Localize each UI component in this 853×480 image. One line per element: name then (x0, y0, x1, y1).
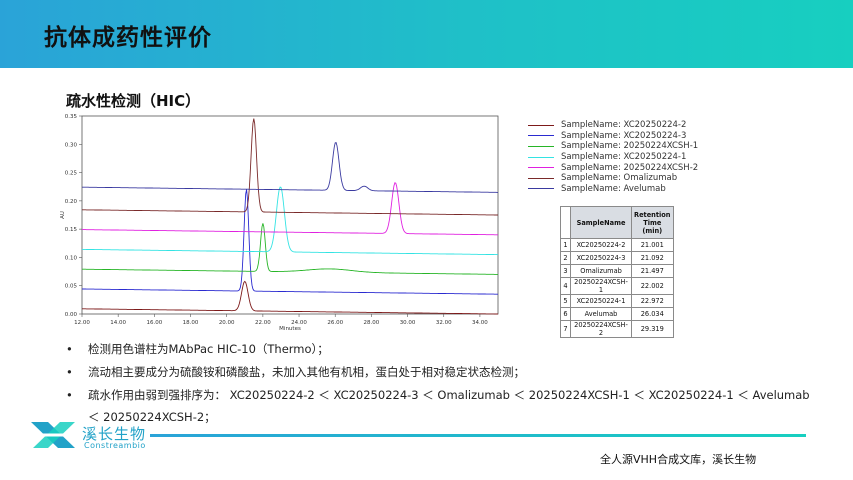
bullet-text: 流动相主要成分为硫酸铵和磷酸盐，未加入其他有机相，蛋白处于相对稳定状态检测； (88, 365, 525, 379)
table-cell-samplename: XC20250224-3 (570, 251, 632, 265)
x-tick-label: 32.00 (436, 320, 452, 326)
table-cell-retention-time: 21.092 (631, 251, 674, 265)
y-axis-label: AU (60, 211, 66, 219)
bullet-item: • 疏水作用由弱到强排序为： XC20250224-2 ＜ XC20250224-… (66, 384, 826, 407)
legend-swatch (528, 135, 554, 137)
page-title: 抗体成药性评价 (44, 25, 212, 51)
table-header-index (560, 206, 571, 239)
bullet-dot: • (66, 365, 73, 379)
table-row: 5 XC20250224-1 22.972 (560, 294, 674, 308)
legend-label: SampleName: Omalizumab (561, 173, 678, 184)
x-tick-label: 14.00 (110, 320, 126, 326)
table-header-row: SampleName Retention Time (min) (560, 206, 674, 239)
constreambio-logo-icon (31, 422, 75, 448)
legend-item: SampleName: Omalizumab (528, 173, 728, 184)
legend-swatch (528, 188, 554, 190)
y-tick-label: 0.20 (65, 199, 78, 205)
table-row: 1 XC20250224-2 21.001 (560, 238, 674, 252)
x-tick-label: 20.00 (219, 320, 235, 326)
x-tick-label: 16.00 (146, 320, 162, 326)
table-cell-index: 6 (560, 307, 571, 321)
table-cell-retention-time: 29.319 (631, 320, 674, 338)
table-row: 4 20250224XCSH-1 22.002 (560, 277, 674, 295)
table-cell-index: 3 (560, 264, 571, 278)
x-tick-label: 12.00 (74, 320, 90, 326)
legend-item: SampleName: 20250224XCSH-1 (528, 141, 728, 152)
table-cell-samplename: Omalizumab (570, 264, 632, 278)
table-cell-samplename: XC20250224-2 (570, 238, 632, 252)
table-cell-index: 4 (560, 277, 571, 295)
table-cell-samplename: 20250224XCSH-1 (570, 277, 632, 295)
footer-divider (150, 434, 806, 437)
table-cell-index: 5 (560, 294, 571, 308)
bullet-dot: • (66, 342, 73, 356)
y-tick-label: 0.00 (65, 312, 78, 318)
table-row: 2 XC20250224-3 21.092 (560, 251, 674, 265)
y-tick-label: 0.35 (65, 114, 78, 120)
bullet-dot: • (66, 388, 73, 402)
legend-item: SampleName: XC20250224-2 (528, 120, 728, 131)
legend-swatch (528, 145, 554, 147)
legend-label: SampleName: XC20250224-3 (561, 130, 687, 141)
chart-legend: SampleName: XC20250224-2 SampleName: XC20… (528, 120, 728, 194)
plot-area (81, 115, 499, 315)
legend-item: SampleName: XC20250224-3 (528, 131, 728, 142)
legend-swatch (528, 177, 554, 179)
legend-label: SampleName: XC20250224-2 (561, 120, 687, 131)
hic-chromatogram: 12.00 14.00 16.00 18.00 20.00 22.00 24.00 26.00… (60, 114, 499, 330)
table-cell-samplename: XC20250224-1 (570, 294, 632, 308)
y-tick-label: 0.05 (65, 284, 78, 290)
table-cell-retention-time: 21.001 (631, 238, 674, 252)
table-cell-retention-time: 22.002 (631, 277, 674, 295)
legend-swatch (528, 167, 554, 169)
legend-item: SampleName: Avelumab (528, 184, 728, 195)
table-cell-index: 1 (560, 238, 571, 252)
table-cell-samplename: Avelumab (570, 307, 632, 321)
y-tick-label: 0.10 (65, 255, 78, 261)
x-tick-label: 30.00 (400, 320, 416, 326)
table-header-samplename: SampleName (570, 206, 632, 239)
table-header-retention-time: Retention Time (min) (631, 206, 674, 239)
y-tick-label: 0.30 (65, 142, 78, 148)
legend-item: SampleName: XC20250224-1 (528, 152, 728, 163)
table-cell-index: 2 (560, 251, 571, 265)
y-tick-label: 0.25 (65, 171, 78, 177)
bullet-list: • 检测用色谱柱为MAbPac HIC-10（Thermo）； • 流动相主要成分为… (66, 338, 826, 427)
x-tick-label: 22.00 (255, 320, 271, 326)
legend-swatch (528, 156, 554, 158)
table-row: 3 Omalizumab 21.497 (560, 264, 674, 278)
bullet-item: • 检测用色谱柱为MAbPac HIC-10（Thermo）； (66, 338, 826, 361)
table-cell-samplename: 20250224XCSH-2 (570, 320, 632, 338)
bullet-continuation: ＜ 20250224XCSH-2； (88, 410, 216, 424)
table-row: 7 20250224XCSH-2 29.319 (560, 320, 674, 338)
bullet-item: • 流动相主要成分为硫酸铵和磷酸盐，未加入其他有机相，蛋白处于相对稳定状态检测； (66, 361, 826, 384)
x-tick-label: 28.00 (364, 320, 380, 326)
table-cell-retention-time: 26.034 (631, 307, 674, 321)
x-tick-label: 18.00 (183, 320, 199, 326)
table-row: 6 Avelumab 26.034 (560, 307, 674, 321)
legend-label: SampleName: 20250224XCSH-1 (561, 141, 699, 152)
bullet-text: 疏水作用由弱到强排序为： XC20250224-2 ＜ XC20250224-3… (88, 388, 810, 402)
retention-time-table: SampleName Retention Time (min) 1 XC20250… (560, 206, 674, 338)
legend-label: SampleName: 20250224XCSH-2 (561, 162, 699, 173)
footer-text: 全人源VHH合成文库，溪长生物 (600, 453, 757, 466)
x-tick-label: 26.00 (327, 320, 343, 326)
header-banner: 抗体成药性评价 (0, 0, 853, 68)
table-cell-retention-time: 22.972 (631, 294, 674, 308)
legend-swatch (528, 124, 554, 126)
legend-label: SampleName: Avelumab (561, 183, 666, 194)
y-tick-label: 0.15 (65, 227, 78, 233)
logo-english-name: Constreambio (84, 441, 146, 450)
legend-label: SampleName: XC20250224-1 (561, 152, 687, 163)
table-cell-index: 7 (560, 320, 571, 338)
table-cell-retention-time: 21.497 (631, 264, 674, 278)
x-tick-label: 34.00 (472, 320, 488, 326)
bullet-text: 检测用色谱柱为MAbPac HIC-10（Thermo）； (88, 342, 329, 356)
x-axis-label: Minutes (279, 326, 301, 330)
legend-item: SampleName: 20250224XCSH-2 (528, 162, 728, 173)
